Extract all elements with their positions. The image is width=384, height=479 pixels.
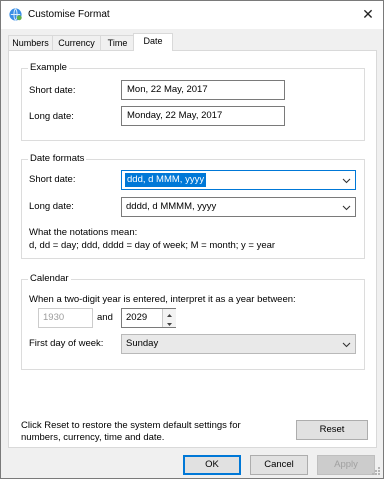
date-formats-group: Date formats Short date: ddd, d MMM, yyy… [21, 153, 365, 259]
reset-button[interactable]: Reset [296, 420, 368, 440]
example-group-title: Example [28, 62, 69, 73]
spin-down-button[interactable] [163, 318, 176, 327]
calendar-group: Calendar When a two-digit year is entere… [21, 273, 365, 370]
and-label: and [97, 312, 113, 323]
caret-down-icon [167, 323, 172, 326]
long-date-format-combo[interactable]: dddd, d MMMM, yyyy [121, 197, 356, 217]
short-date-format-value: ddd, d MMM, yyyy [125, 173, 207, 187]
chevron-down-icon[interactable] [342, 176, 351, 185]
example-short-date-field: Mon, 22 May, 2017 [121, 80, 285, 100]
notations-text: d, dd = day; ddd, dddd = day of week; M … [29, 240, 276, 251]
apply-button: Apply [317, 455, 375, 475]
calendar-group-title: Calendar [28, 273, 71, 284]
short-date-format-label: Short date: [29, 174, 76, 185]
tab-date[interactable]: Date [133, 33, 173, 51]
window-title: Customise Format [28, 9, 110, 20]
example-group: Example Short date: Mon, 22 May, 2017 Lo… [21, 62, 365, 141]
year-from-field: 1930 [38, 308, 93, 328]
cancel-button[interactable]: Cancel [250, 455, 308, 475]
globe-settings-icon [9, 8, 22, 21]
tab-time[interactable]: Time [100, 35, 135, 51]
example-long-date-label: Long date: [29, 111, 74, 122]
year-to-value: 2029 [126, 312, 148, 323]
date-tab-panel: Example Short date: Mon, 22 May, 2017 Lo… [8, 50, 377, 448]
notations-heading: What the notations mean: [29, 227, 138, 238]
first-day-of-week-combo[interactable]: Sunday [121, 334, 356, 354]
first-day-of-week-value: Sunday [126, 338, 159, 349]
short-date-format-combo[interactable]: ddd, d MMM, yyyy [121, 170, 356, 190]
tab-currency[interactable]: Currency [52, 35, 101, 51]
first-day-of-week-label: First day of week: [29, 338, 104, 349]
long-date-format-label: Long date: [29, 201, 74, 212]
title-bar[interactable]: Customise Format ✕ [1, 1, 383, 29]
example-short-date-label: Short date: [29, 85, 76, 96]
example-long-date-field: Monday, 22 May, 2017 [121, 106, 285, 126]
long-date-format-value: dddd, d MMMM, yyyy [126, 201, 217, 212]
reset-hint-text: Click Reset to restore the system defaul… [21, 420, 241, 443]
customise-format-dialog: Customise Format ✕ Numbers Currency Time… [0, 0, 384, 479]
close-icon[interactable]: ✕ [361, 6, 375, 22]
two-digit-year-text: When a two-digit year is entered, interp… [29, 294, 296, 305]
year-to-field[interactable]: 2029 [121, 308, 176, 328]
resize-grip-icon[interactable] [371, 466, 381, 476]
tab-numbers[interactable]: Numbers [8, 35, 53, 51]
year-spinner [162, 309, 176, 327]
ok-button[interactable]: OK [183, 455, 241, 475]
date-formats-group-title: Date formats [28, 153, 87, 164]
chevron-down-icon[interactable] [342, 203, 351, 212]
chevron-down-icon[interactable] [342, 340, 351, 349]
